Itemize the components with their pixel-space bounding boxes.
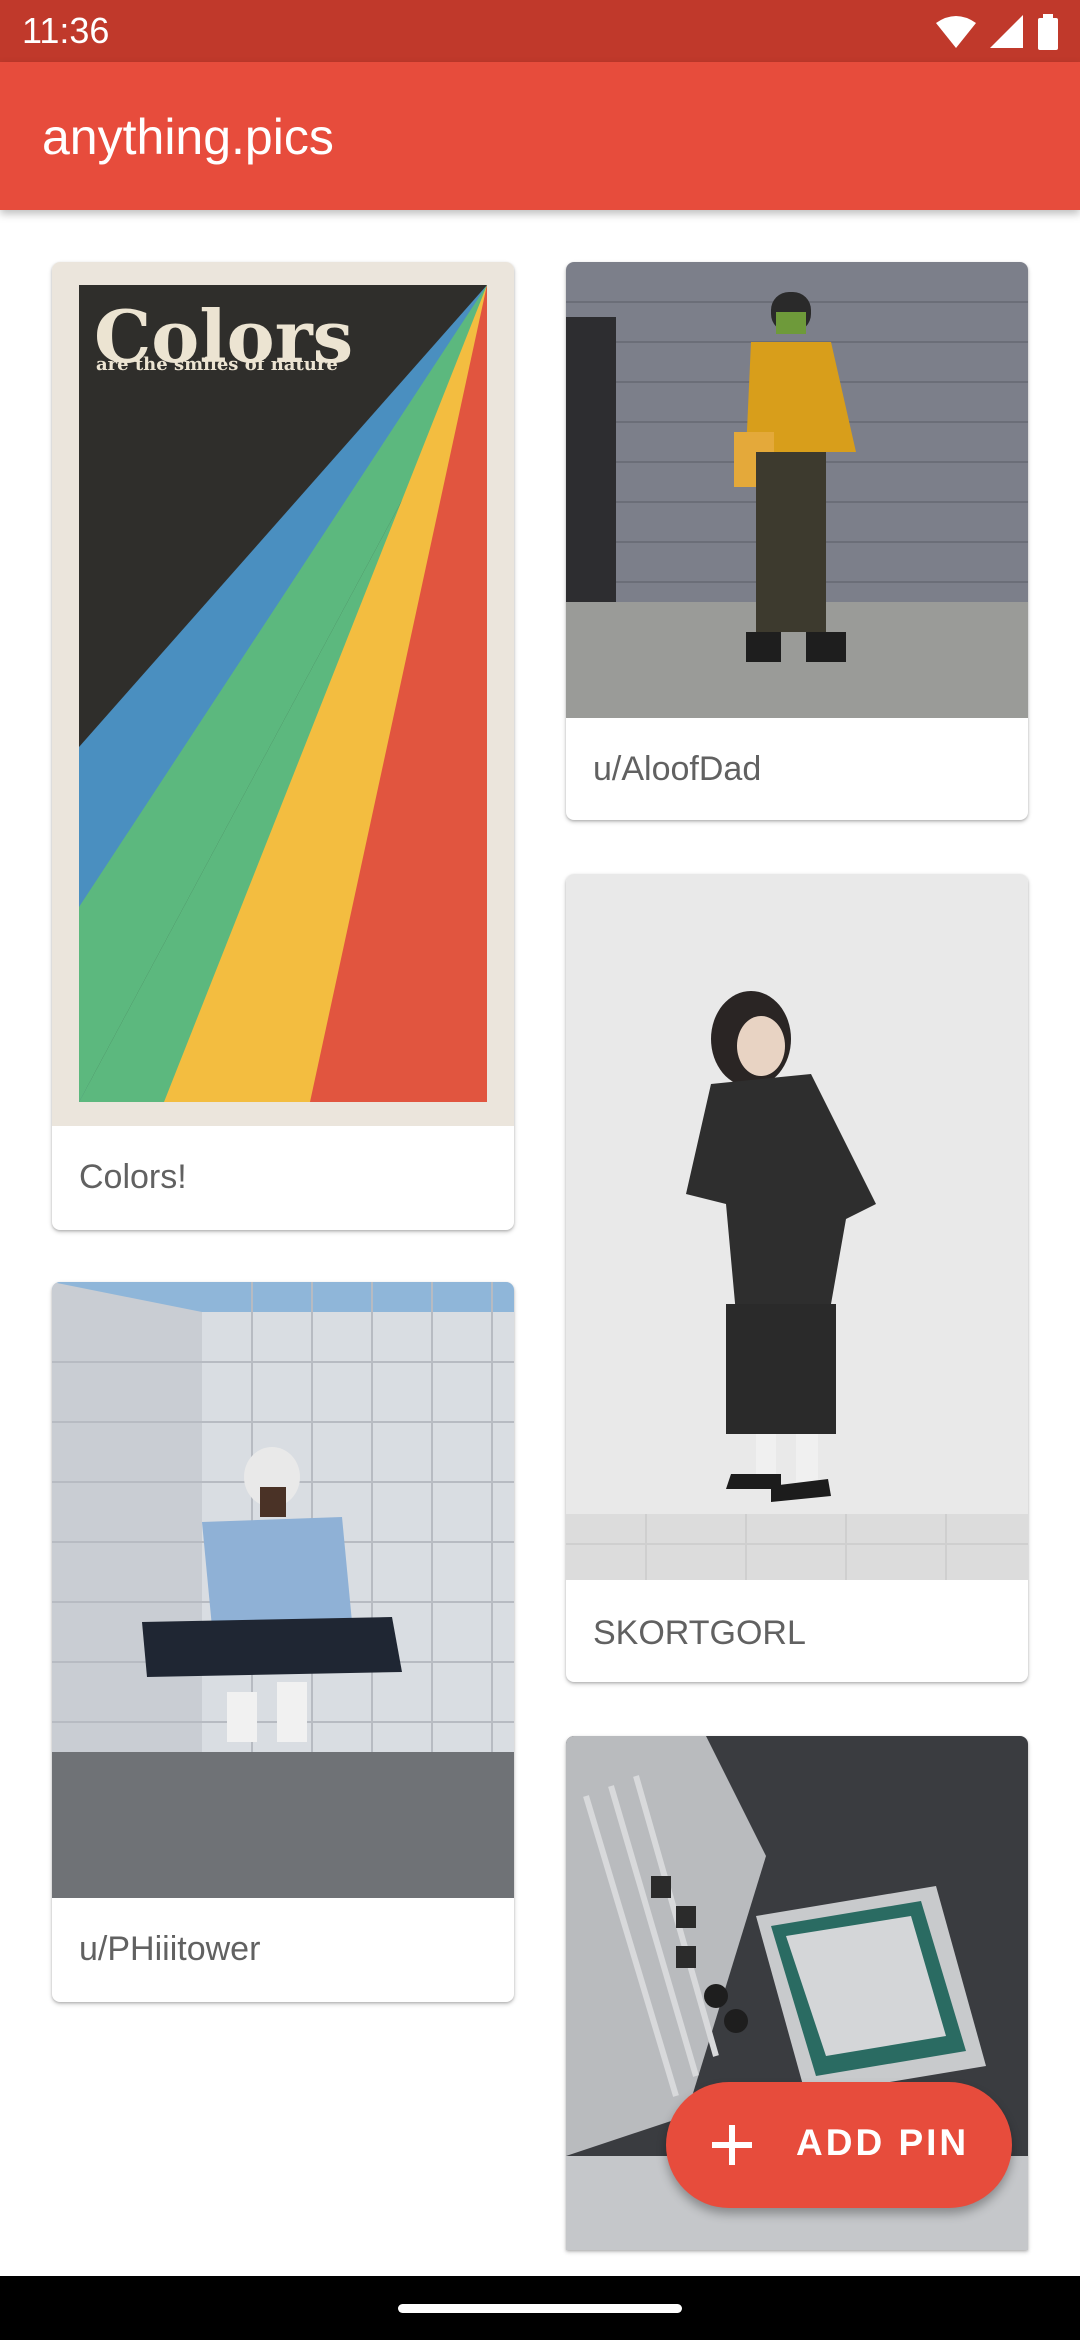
status-icons: [936, 12, 1058, 52]
home-gesture-handle[interactable]: [398, 2304, 682, 2313]
pin-card[interactable]: u/AloofDad: [566, 262, 1028, 820]
add-pin-label: ADD PIN: [796, 2122, 970, 2163]
pin-image: [52, 1282, 514, 1898]
app-bar: anything.pics: [0, 62, 1080, 210]
plus-icon: [712, 2125, 752, 2165]
pin-label: u/AloofDad: [593, 750, 762, 788]
pin-label: SKORTGORL: [593, 1614, 806, 1652]
signal-icon: [990, 15, 1023, 48]
poster-subtitle: are the smiles of nature: [96, 354, 338, 375]
pin-image: [566, 262, 1028, 718]
pin-image: Colors are the smiles of nature: [52, 262, 514, 1126]
pin-card[interactable]: SKORTGORL: [566, 874, 1028, 1682]
add-pin-button[interactable]: ADD PIN: [666, 2082, 1012, 2208]
pin-card[interactable]: Colors are the smiles of nature Colors!: [52, 262, 514, 1230]
system-nav-bar: [0, 2276, 1080, 2340]
status-time: 11:36: [22, 10, 110, 51]
pin-label: u/PHiiitower: [79, 1930, 261, 1968]
status-bar: 11:36: [0, 0, 1080, 62]
wifi-icon: [936, 16, 976, 48]
pin-label: Colors!: [79, 1158, 187, 1196]
battery-icon: [1038, 14, 1058, 50]
app-title: anything.pics: [42, 109, 334, 165]
pin-card[interactable]: u/PHiiitower: [52, 1282, 514, 2002]
pin-image: [566, 874, 1028, 1580]
